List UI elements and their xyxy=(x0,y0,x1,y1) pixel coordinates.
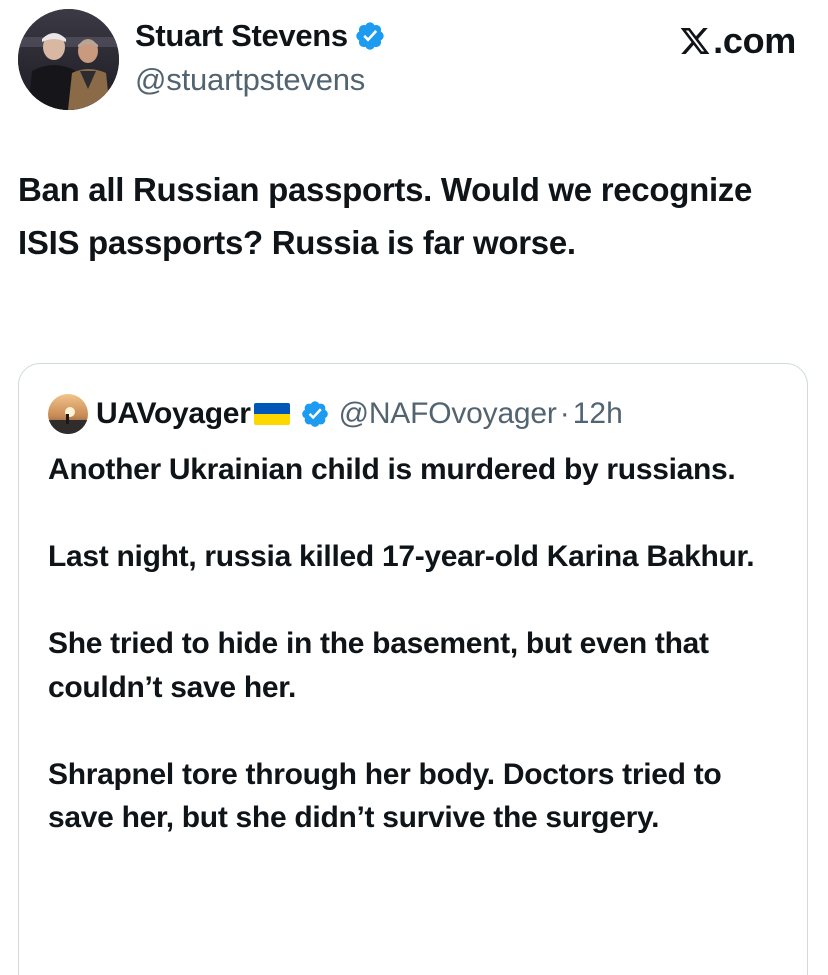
tweet-screenshot: Stuart Stevens @stuartpstevens .com Ban … xyxy=(0,0,828,975)
quoted-tweet-header: UAVoyager @NAFOvoyager · 12h xyxy=(48,394,623,434)
quoted-author-handle[interactable]: @NAFOvoyager xyxy=(339,397,557,431)
author-name-row: Stuart Stevens xyxy=(135,18,386,54)
ukraine-flag-icon xyxy=(253,403,290,425)
verified-badge-icon xyxy=(354,20,386,52)
quoted-paragraph: Shrapnel tore through her body. Doctors … xyxy=(48,757,722,835)
author-avatar[interactable] xyxy=(18,9,119,110)
quoted-tweet-card[interactable]: UAVoyager @NAFOvoyager · 12h Another Ukr… xyxy=(18,363,808,975)
separator-dot: · xyxy=(559,397,570,430)
brand-mark: .com xyxy=(678,20,796,62)
author-handle[interactable]: @stuartpstevens xyxy=(135,62,365,98)
tweet-text: Ban all Russian passports. Would we reco… xyxy=(18,171,753,261)
verified-badge-icon xyxy=(300,399,330,429)
quoted-paragraph: She tried to hide in the basement, but e… xyxy=(48,627,709,704)
author-name[interactable]: Stuart Stevens xyxy=(135,18,348,54)
quoted-paragraph: Last night, russia killed 17-year-old Ka… xyxy=(48,540,755,573)
brand-text: .com xyxy=(713,20,796,61)
quoted-author-name[interactable]: UAVoyager xyxy=(96,397,251,431)
quoted-author-avatar[interactable] xyxy=(48,394,88,434)
x-logo-icon xyxy=(678,25,712,57)
quoted-tweet-time[interactable]: 12h xyxy=(573,397,623,431)
quoted-tweet-body: Another Ukrainian child is murdered by r… xyxy=(48,448,788,883)
quoted-paragraph: Another Ukrainian child is murdered by r… xyxy=(48,453,736,486)
